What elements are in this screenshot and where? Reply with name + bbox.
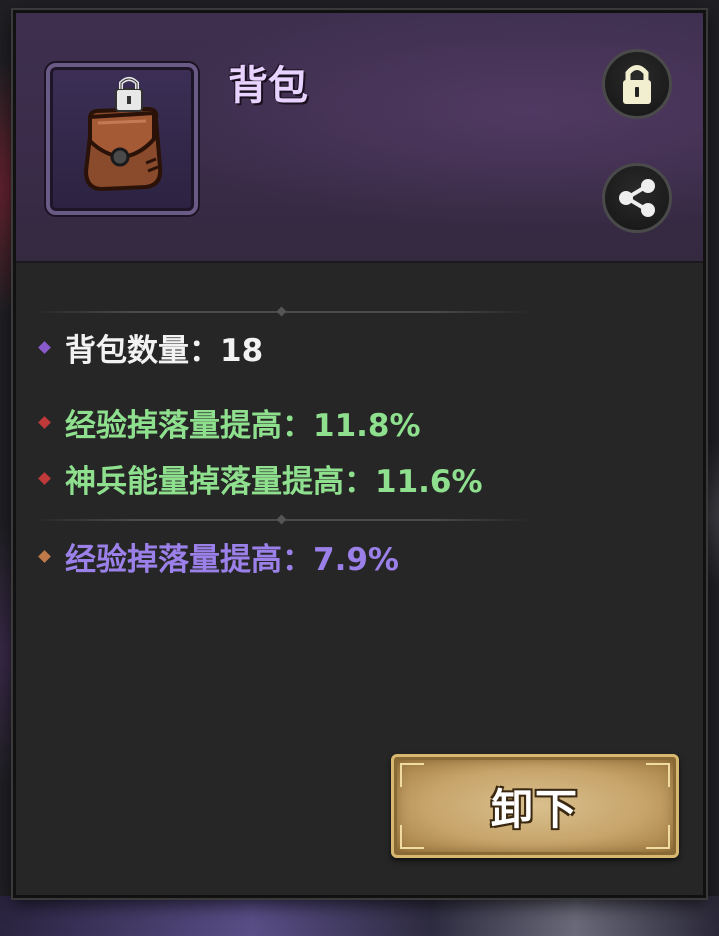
share-icon: [619, 179, 655, 217]
button-corner-ornament: [400, 763, 424, 787]
stat-text: 经验掉落量提高：11.8%: [65, 408, 421, 444]
stat-text: 经验掉落量提高：7.9%: [65, 542, 399, 578]
share-button[interactable]: [602, 163, 672, 233]
leather-bag-icon: [83, 77, 163, 192]
item-icon-frame: [46, 63, 198, 215]
bullet-icon: [38, 341, 51, 354]
stat-weapon-energy-drop-bonus: 神兵能量掉落量提高：11.6%: [38, 456, 483, 501]
item-header: 背包: [16, 13, 703, 263]
button-corner-ornament: [646, 825, 670, 849]
item-detail-panel: 背包 背包数量：18 经验掉落量提高：11.8% 神兵能量掉落量提高：11.6%…: [13, 10, 706, 898]
stat-exp-drop-bonus: 经验掉落量提高：11.8%: [38, 400, 421, 445]
button-corner-ornament: [646, 763, 670, 787]
stat-text: 背包数量：18: [65, 333, 264, 369]
stat-bag-capacity: 背包数量：18: [38, 325, 263, 370]
bullet-icon: [38, 550, 51, 563]
background-item-strip: [0, 896, 719, 936]
section-divider: [32, 519, 532, 521]
item-title: 背包: [228, 63, 308, 109]
section-divider: [32, 311, 532, 313]
stat-text: 神兵能量掉落量提高：11.6%: [65, 464, 483, 500]
stat-extra-exp-drop-bonus: 经验掉落量提高：7.9%: [38, 534, 399, 579]
button-corner-ornament: [400, 825, 424, 849]
unequip-button[interactable]: 卸下: [391, 754, 679, 858]
lock-icon: [623, 65, 651, 104]
lock-button[interactable]: [602, 49, 672, 119]
bullet-icon: [38, 416, 51, 429]
bullet-icon: [38, 472, 51, 485]
unequip-label: 卸下: [490, 784, 579, 834]
